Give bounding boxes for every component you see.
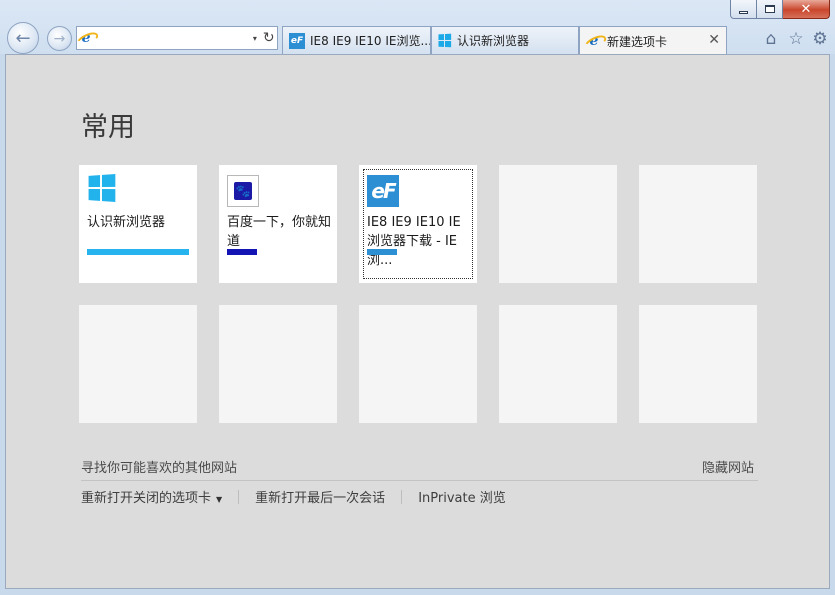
minimize-icon <box>739 10 748 14</box>
gear-glyph: ⚙ <box>812 29 828 49</box>
tile-new-browser[interactable]: 认识新浏览器 <box>79 165 197 283</box>
windows-logo-icon <box>87 173 116 203</box>
chevron-down-icon: ▼ <box>216 495 223 504</box>
tab-new-tab[interactable]: e 新建选项卡 ✕ <box>579 26 727 55</box>
forward-button[interactable]: → <box>47 26 72 51</box>
tile-empty[interactable] <box>639 165 757 283</box>
maximize-icon <box>764 5 775 13</box>
tile-accent-bar <box>367 249 397 255</box>
maximize-button[interactable] <box>757 0 783 19</box>
separator <box>238 489 240 504</box>
reopen-closed-tabs-link[interactable]: 重新打开关闭的选项卡 ▼ <box>81 487 222 506</box>
tab-ie-download[interactable]: eF IE8 IE9 IE10 IE浏览... <box>282 26 431 54</box>
tab-label: IE8 IE9 IE10 IE浏览... <box>310 34 430 48</box>
tile-empty[interactable] <box>359 305 477 423</box>
tile-accent-bar <box>227 249 257 255</box>
inprivate-link[interactable]: InPrivate 浏览 <box>418 487 506 506</box>
address-site-icon-wrap: e <box>77 30 95 46</box>
favorites-star-icon[interactable]: ☆ <box>785 28 807 50</box>
refresh-icon[interactable]: ↻ <box>261 30 277 46</box>
star-glyph: ☆ <box>788 29 804 49</box>
address-bar: e ▾ ↻ <box>76 26 278 50</box>
back-arrow-icon: ← <box>15 27 31 49</box>
baidu-paw-glyph: 🐾 <box>234 182 252 200</box>
ie-icon: e <box>78 30 94 46</box>
new-tab-page: 常用 认识新浏览器 🐾 百度一下，你就知道 eF IE8 IE9 IE10 IE… <box>5 54 830 589</box>
home-icon[interactable]: ⌂ <box>760 28 782 50</box>
ef-favicon-icon: eF <box>289 32 305 49</box>
browser-chrome: ✕ ← → e ▾ ↻ eF IE8 IE9 IE10 IE浏览... 认识新浏… <box>0 0 835 55</box>
ie-favicon-icon: e <box>586 33 602 49</box>
tab-new-browser[interactable]: 认识新浏览器 <box>431 26 579 54</box>
windows-favicon-icon <box>438 33 452 48</box>
tile-ie-download[interactable]: eF IE8 IE9 IE10 IE浏览器下载 - IE浏... <box>359 165 477 283</box>
back-button[interactable]: ← <box>7 22 39 54</box>
page-title: 常用 <box>81 112 135 143</box>
address-input[interactable] <box>95 27 250 49</box>
tab-label: 新建选项卡 <box>607 34 668 49</box>
divider <box>81 480 758 481</box>
bottom-links: 重新打开关闭的选项卡 ▼ 重新打开最后一次会话 InPrivate 浏览 <box>81 487 506 506</box>
tile-label: 百度一下，你就知道 <box>227 215 332 249</box>
minimize-button[interactable] <box>730 0 757 19</box>
tab-close-icon[interactable]: ✕ <box>708 32 720 48</box>
forward-arrow-icon: → <box>53 30 66 47</box>
suggest-sites-link[interactable]: 寻找你可能喜欢的其他网站 <box>81 457 237 476</box>
window-controls: ✕ <box>730 0 830 20</box>
tab-label: 认识新浏览器 <box>457 34 530 48</box>
reopen-last-session-link[interactable]: 重新打开最后一次会话 <box>255 487 385 506</box>
tile-empty[interactable] <box>79 305 197 423</box>
tile-empty[interactable] <box>499 165 617 283</box>
separator <box>401 489 403 504</box>
tile-empty[interactable] <box>639 305 757 423</box>
ef-logo-icon: eF <box>367 175 399 207</box>
tile-baidu[interactable]: 🐾 百度一下，你就知道 <box>219 165 337 283</box>
tile-label: IE8 IE9 IE10 IE浏览器下载 - IE浏... <box>367 215 461 268</box>
home-glyph: ⌂ <box>765 29 777 49</box>
baidu-paw-icon: 🐾 <box>227 175 259 207</box>
address-dropdown-icon[interactable]: ▾ <box>249 34 261 43</box>
gear-icon[interactable]: ⚙ <box>809 28 831 50</box>
close-icon: ✕ <box>800 1 812 17</box>
close-window-button[interactable]: ✕ <box>783 0 830 19</box>
tile-label: 认识新浏览器 <box>87 215 166 230</box>
tile-accent-bar <box>87 249 189 255</box>
reopen-closed-label: 重新打开关闭的选项卡 <box>81 491 212 506</box>
tile-empty[interactable] <box>499 305 617 423</box>
ef-logo-glyph: eF <box>367 175 399 207</box>
tile-empty[interactable] <box>219 305 337 423</box>
hide-sites-link[interactable]: 隐藏网站 <box>702 457 754 476</box>
